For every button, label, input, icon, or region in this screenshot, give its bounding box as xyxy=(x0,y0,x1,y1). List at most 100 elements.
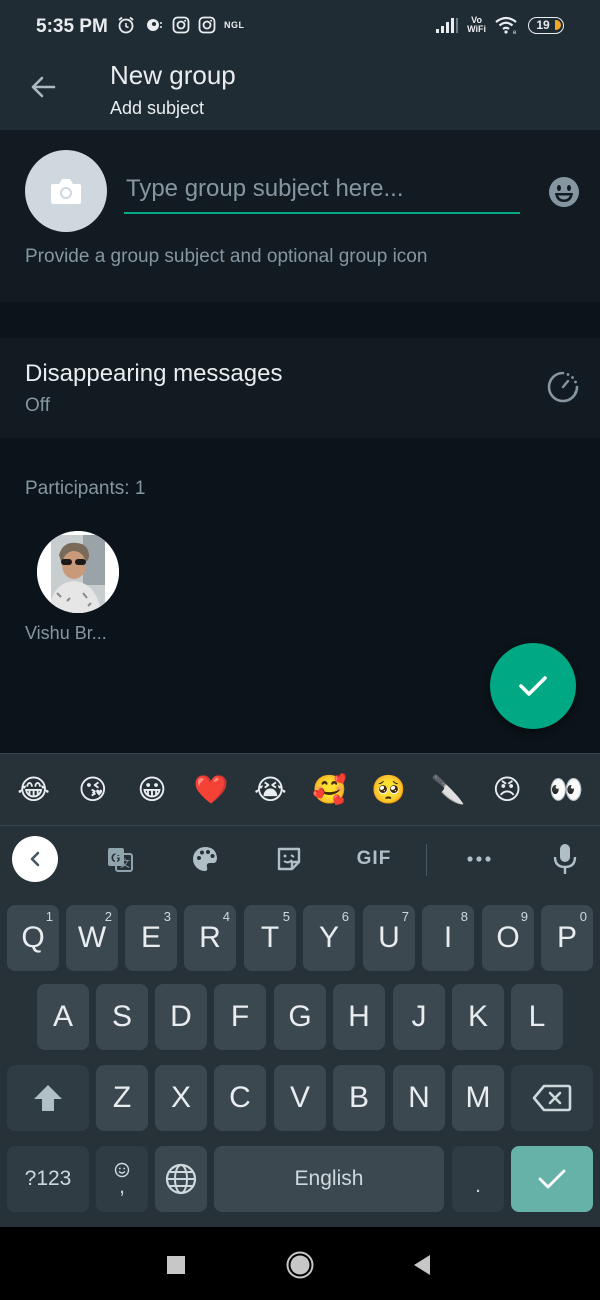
key-t[interactable]: T5 xyxy=(244,905,296,971)
group-icon-picker[interactable] xyxy=(25,150,107,232)
nav-back-button[interactable] xyxy=(408,1251,436,1279)
space-key[interactable]: English xyxy=(214,1146,444,1212)
participant-avatar xyxy=(37,531,119,613)
key-r[interactable]: R4 xyxy=(184,905,236,971)
emoji-button[interactable] xyxy=(548,176,580,208)
triangle-back-icon xyxy=(414,1255,430,1275)
group-subject-section: Provide a group subject and optional gro… xyxy=(0,130,600,302)
key-c[interactable]: C xyxy=(214,1065,266,1131)
sticker-icon xyxy=(277,847,301,871)
microphone-icon xyxy=(553,844,577,874)
sticker-button[interactable] xyxy=(272,838,306,880)
ngl-icon: NGL xyxy=(224,20,245,30)
page-subtitle: Add subject xyxy=(110,98,205,118)
key-l[interactable]: L xyxy=(511,984,563,1050)
signal-icon xyxy=(435,16,459,34)
home-button[interactable] xyxy=(286,1251,314,1279)
keyboard-toolbar: G文 GIF xyxy=(0,826,600,892)
key-j[interactable]: J xyxy=(393,984,445,1050)
key-o[interactable]: O9 xyxy=(482,905,534,971)
key-a[interactable]: A xyxy=(37,984,89,1050)
shift-key[interactable] xyxy=(7,1065,89,1131)
translate-icon: G文 xyxy=(108,848,133,872)
emoji-suggestion[interactable]: 🥺 xyxy=(369,775,409,804)
translate-button[interactable]: G文 xyxy=(104,838,136,880)
keyboard: 😂 😘 😀 ❤️ 😭 🥰 🥺 🔪 😠 👀 G文 GIF Q 1 W 2 E 3 … xyxy=(0,753,600,1227)
emoji-suggestion[interactable]: 😭 xyxy=(250,775,290,804)
theme-button[interactable] xyxy=(188,838,222,880)
key-b[interactable]: B xyxy=(333,1065,385,1131)
gif-button[interactable]: GIF xyxy=(352,838,396,880)
camera-icon xyxy=(51,179,81,204)
arrow-left-icon xyxy=(31,76,56,98)
key-w[interactable]: W2 xyxy=(66,905,118,971)
system-icons: Vo WiFi e 19 xyxy=(435,15,564,35)
emoji-suggestion[interactable]: 😘 xyxy=(73,775,113,804)
toolbar-back-button[interactable] xyxy=(12,836,58,882)
key-i[interactable]: I8 xyxy=(422,905,474,971)
key-y[interactable]: Y6 xyxy=(303,905,355,971)
more-button[interactable] xyxy=(462,838,496,880)
emoji-suggestion[interactable]: 😠 xyxy=(487,775,527,804)
square-icon xyxy=(167,1256,185,1274)
key-q[interactable]: Q1 xyxy=(7,905,59,971)
notification-icons: NGL xyxy=(116,15,245,35)
key-d[interactable]: D xyxy=(155,984,207,1050)
subject-hint: Provide a group subject and optional gro… xyxy=(25,246,428,267)
timer-icon xyxy=(546,370,580,404)
enter-key[interactable] xyxy=(511,1146,593,1212)
toolbar-divider xyxy=(426,844,427,876)
key-x[interactable]: X xyxy=(155,1065,207,1131)
key-k[interactable]: K xyxy=(452,984,504,1050)
backspace-key[interactable] xyxy=(511,1065,593,1131)
language-key[interactable] xyxy=(155,1146,207,1212)
circle-icon xyxy=(286,1251,314,1279)
status-time: 5:35 PM xyxy=(36,16,108,37)
system-nav-bar xyxy=(0,1227,600,1300)
shift-icon xyxy=(34,1085,62,1111)
emoji-suggestion[interactable]: 🥰 xyxy=(310,775,350,804)
key-u[interactable]: U7 xyxy=(363,905,415,971)
key-z[interactable]: Z xyxy=(96,1065,148,1131)
group-subject-input[interactable] xyxy=(124,168,520,210)
emoji-suggestion[interactable]: 🔪 xyxy=(428,775,468,804)
recents-button[interactable] xyxy=(162,1251,190,1279)
key-s[interactable]: S xyxy=(96,984,148,1050)
key-e[interactable]: E3 xyxy=(125,905,177,971)
key-f[interactable]: F xyxy=(214,984,266,1050)
chevron-left-icon xyxy=(30,851,40,867)
globe-icon xyxy=(165,1163,197,1195)
create-group-button[interactable] xyxy=(490,643,576,729)
key-g[interactable]: G xyxy=(274,984,326,1050)
more-horizontal-icon xyxy=(467,856,491,862)
back-button[interactable] xyxy=(26,70,60,104)
emoji-suggestion[interactable]: ❤️ xyxy=(191,775,231,804)
page-title: New group xyxy=(110,60,236,90)
battery-indicator: 19 xyxy=(528,16,564,34)
wifi-icon: e xyxy=(494,15,520,35)
check-icon xyxy=(538,1169,566,1189)
emoji-suggestion[interactable]: 😀 xyxy=(132,775,172,804)
check-icon xyxy=(519,676,547,696)
key-p[interactable]: P0 xyxy=(541,905,593,971)
participant-item[interactable]: Vishu Br... xyxy=(25,531,125,644)
symbols-key[interactable]: ?123 xyxy=(7,1146,89,1212)
participant-name: Vishu Br... xyxy=(25,623,107,643)
period-key[interactable]: . xyxy=(452,1146,504,1212)
emoji-suggestion-row: 😂 😘 😀 ❤️ 😭 🥰 🥺 🔪 😠 👀 xyxy=(0,754,600,826)
key-v[interactable]: V xyxy=(274,1065,326,1131)
disappearing-messages-value: Off xyxy=(25,395,50,416)
emoji-suggestion[interactable]: 😂 xyxy=(14,775,54,804)
emoji-icon xyxy=(549,177,579,207)
emoji-suggestion[interactable]: 👀 xyxy=(546,775,586,804)
key-n[interactable]: N xyxy=(393,1065,445,1131)
alarm-icon xyxy=(116,15,136,35)
app-bar: New group Add subject xyxy=(0,56,600,130)
key-m[interactable]: M xyxy=(452,1065,504,1131)
disappearing-messages-row[interactable]: Disappearing messages Off xyxy=(0,338,600,438)
backspace-icon xyxy=(532,1084,572,1112)
key-h[interactable]: H xyxy=(333,984,385,1050)
voice-input-button[interactable] xyxy=(548,838,582,880)
instagram-icon xyxy=(198,16,216,34)
comma-key[interactable]: , xyxy=(96,1146,148,1212)
